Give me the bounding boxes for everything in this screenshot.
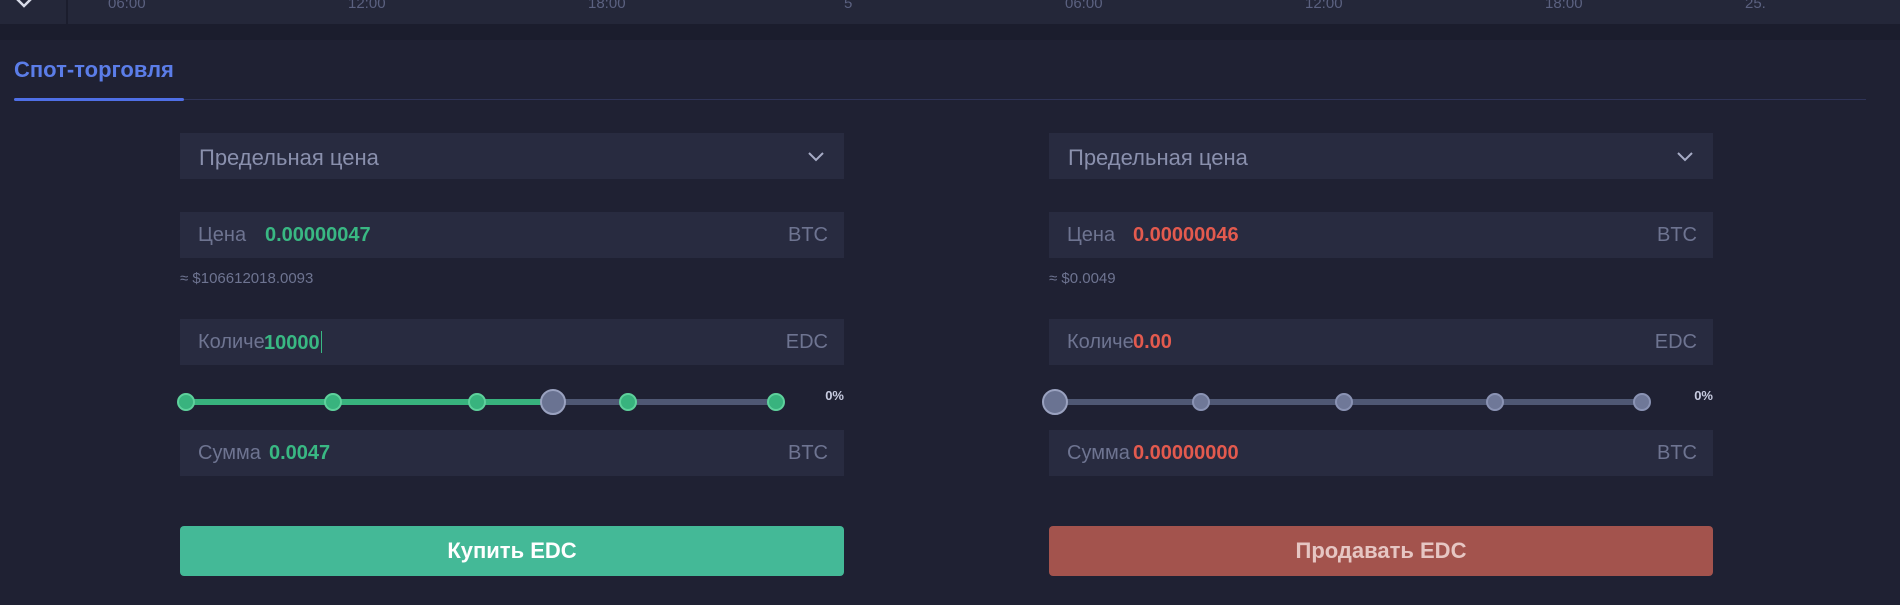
axis-tick: 06:00 xyxy=(108,0,146,8)
slider-step-dot[interactable] xyxy=(767,393,785,411)
axis-tick: 18:00 xyxy=(1545,0,1583,8)
buy-order-type-select[interactable]: Предельная цена xyxy=(180,133,844,179)
chevron-down-icon xyxy=(1677,152,1693,162)
chart-time-axis: 06:00 12:00 18:00 5 06:00 12:00 18:00 25… xyxy=(0,0,1900,40)
sell-quantity-field[interactable]: Количе 0.00 EDC xyxy=(1049,319,1713,365)
axis-tick: 12:00 xyxy=(348,0,386,8)
order-type-value: Предельная цена xyxy=(1068,145,1248,170)
quantity-unit: EDC xyxy=(1654,331,1697,353)
chevron-down-icon xyxy=(16,0,32,8)
quantity-label: Количе xyxy=(198,331,265,353)
axis-tick: 12:00 xyxy=(1305,0,1343,8)
order-type-value: Предельная цена xyxy=(199,145,379,170)
slider-step-dot[interactable] xyxy=(324,393,342,411)
sum-label: Сумма xyxy=(198,442,261,464)
slider-step-dot[interactable] xyxy=(468,393,486,411)
buy-approx-usd: ≈ $106612018.0093 xyxy=(180,270,314,287)
trade-tabs: Спот-торговля xyxy=(14,40,1866,101)
chart-collapse-toggle[interactable] xyxy=(0,0,66,24)
sell-approx-usd: ≈ $0.0049 xyxy=(1049,270,1116,287)
price-label: Цена xyxy=(198,224,247,246)
slider-fill xyxy=(186,399,553,405)
sell-slider-percent: 0% xyxy=(1694,388,1713,403)
axis-tick: 5 xyxy=(844,0,852,8)
buy-amount-slider[interactable] xyxy=(177,387,786,417)
sum-unit: BTC xyxy=(788,442,828,464)
slider-step-dot[interactable] xyxy=(1335,393,1353,411)
text-caret xyxy=(320,331,322,353)
slider-step-dot[interactable] xyxy=(1486,393,1504,411)
quantity-label: Количе xyxy=(1067,331,1134,353)
sell-sum-field[interactable]: Сумма 0.00000000 BTC xyxy=(1049,430,1713,476)
slider-step-dot[interactable] xyxy=(1192,393,1210,411)
slider-handle[interactable] xyxy=(540,389,566,415)
axis-tick: 06:00 xyxy=(1065,0,1103,8)
buy-quantity-value: 10000 xyxy=(264,332,320,354)
tab-active-indicator xyxy=(14,98,184,101)
sum-label: Сумма xyxy=(1067,442,1130,464)
axis-tick: 18:00 xyxy=(588,0,626,8)
buy-button[interactable]: Купить EDC xyxy=(180,526,844,576)
axis-tick: 25. xyxy=(1745,0,1766,8)
sell-amount-slider[interactable] xyxy=(1042,387,1655,417)
sell-button[interactable]: Продавать EDC xyxy=(1049,526,1713,576)
sell-price-field[interactable]: Цена 0.00000046 BTC xyxy=(1049,212,1713,258)
quantity-unit: EDC xyxy=(785,331,828,353)
sell-quantity-value[interactable]: 0.00 xyxy=(1133,331,1172,354)
chevron-down-icon xyxy=(808,152,824,162)
slider-step-dot[interactable] xyxy=(1633,393,1651,411)
slider-step-dot[interactable] xyxy=(619,393,637,411)
buy-price-value[interactable]: 0.00000047 xyxy=(265,224,371,247)
price-label: Цена xyxy=(1067,224,1116,246)
sell-sum-value[interactable]: 0.00000000 xyxy=(1133,442,1239,465)
slider-handle[interactable] xyxy=(1042,389,1068,415)
price-unit: BTC xyxy=(1657,224,1697,246)
buy-price-field[interactable]: Цена 0.00000047 BTC xyxy=(180,212,844,258)
sell-order-type-select[interactable]: Предельная цена xyxy=(1049,133,1713,179)
sum-unit: BTC xyxy=(1657,442,1697,464)
sell-price-value[interactable]: 0.00000046 xyxy=(1133,224,1239,247)
time-axis-bar: 06:00 12:00 18:00 5 06:00 12:00 18:00 25… xyxy=(68,0,1900,24)
price-unit: BTC xyxy=(788,224,828,246)
tab-spot-trading[interactable]: Спот-торговля xyxy=(14,57,174,83)
buy-slider-percent: 0% xyxy=(825,388,844,403)
buy-quantity-input[interactable]: 10000 xyxy=(264,331,322,355)
buy-sum-field[interactable]: Сумма 0.0047 BTC xyxy=(180,430,844,476)
slider-step-dot[interactable] xyxy=(177,393,195,411)
buy-quantity-field[interactable]: Количе 10000 EDC xyxy=(180,319,844,365)
buy-sum-value[interactable]: 0.0047 xyxy=(269,442,330,465)
